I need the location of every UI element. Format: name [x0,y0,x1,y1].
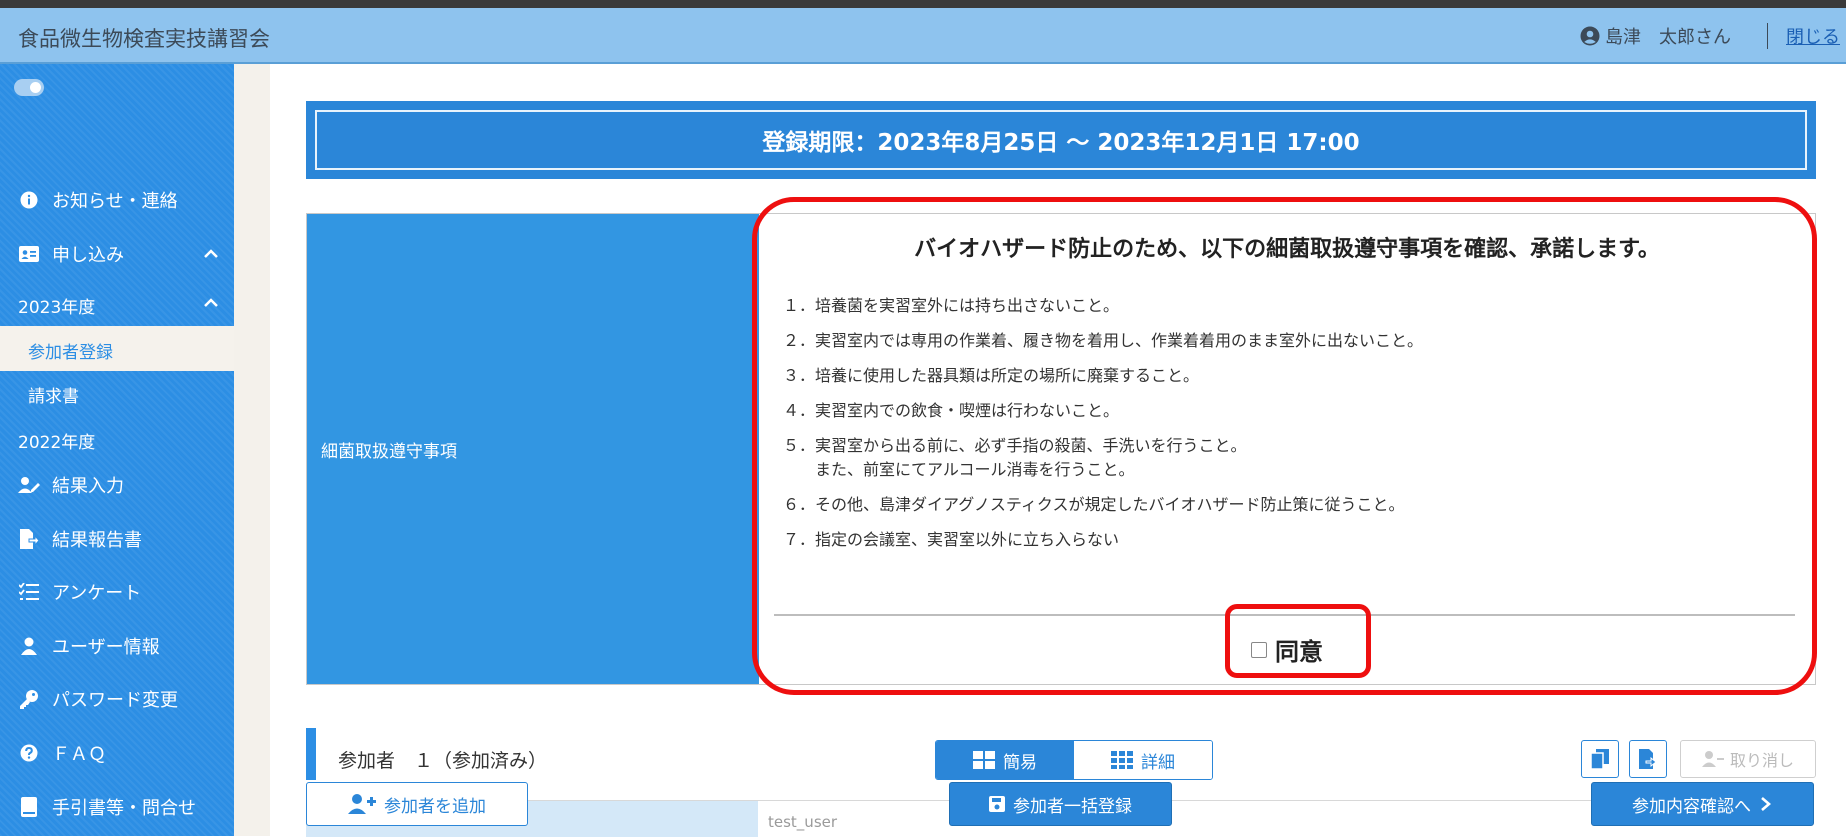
undo-label: 取り消し [1729,751,1794,770]
rules-heading: バイオハザード防止のため、以下の細菌取扱遵守事項を確認、承諾します。 [914,237,1660,262]
rules-label-cell: 細菌取扱遵守事項 [307,214,759,684]
participants-title: 参加者 １（参加済み） [338,750,548,772]
add-participant-button[interactable]: 参加者を追加 [306,782,528,826]
sidebar-item-label: ＦＡＱ [52,744,106,765]
grid-small-icon [1111,751,1133,769]
app-title: 食品微生物検査実技講習会 [18,27,270,51]
confirm-next-label: 参加内容確認へ [1632,796,1751,817]
rules-divider [774,614,1795,616]
rule-item: ３．培養に使用した器具類は所定の場所に廃棄すること。 [783,366,1200,385]
sidebar-item-label: 申し込み [52,245,124,266]
sidebar-item-password-change[interactable]: パスワード変更 [0,677,234,721]
app-header: 食品微生物検査実技講習会 島津 太郎さん 閉じる [0,8,1846,64]
rules-list: １．培養菌を実習室外には持ち出さないこと。 ２．実習室内では専用の作業着、履き物… [783,294,1423,552]
view-detail-button[interactable]: 詳細 [1074,741,1212,779]
sidebar-item-manual-contact[interactable]: 手引書等・問合せ [0,785,234,829]
sidebar-item-participant-registration[interactable]: 参加者登録 [0,326,234,371]
rule-item: ４．実習室内での飲食・喫煙は行わないこと。 [783,401,1120,420]
copy-icon [1591,749,1609,769]
confirm-next-button[interactable]: 参加内容確認へ [1591,782,1814,826]
file-export-icon [18,528,40,550]
rule-item: ５．実習室から出る前に、必ず手指の殺菌、手洗いを行うこと。 [783,436,1247,455]
section-accent-bar [306,728,316,780]
sidebar-item-label: 請求書 [28,387,79,407]
user-minus-icon [1701,751,1724,767]
sidebar-item-application[interactable]: 申し込み [0,234,234,274]
chevron-up-icon [204,298,218,307]
sidebar-year-2022[interactable]: 2022年度 [0,420,234,458]
sidebar-item-label: 2023年度 [18,298,96,318]
sidebar-item-label: 参加者登録 [28,343,113,363]
view-simple-button[interactable]: 簡易 [936,741,1074,779]
user-plus-icon [348,794,376,814]
export-button[interactable] [1629,740,1667,778]
sidebar-toggle[interactable] [14,79,44,96]
registration-period-banner: 登録期限：2023年8月25日 ～ 2023年12月1日 17:00 [306,101,1816,179]
user-circle-icon [1580,26,1600,46]
registration-period-text: 登録期限：2023年8月25日 ～ 2023年12月1日 17:00 [315,110,1807,170]
grid-large-icon [973,751,995,769]
bacteria-rules-table: 細菌取扱遵守事項 バイオハザード防止のため、以下の細菌取扱遵守事項を確認、承諾し… [306,213,1816,685]
sidebar-item-label: アンケート [52,583,142,604]
sidebar-item-user-info[interactable]: ユーザー情報 [0,624,234,668]
view-detail-label: 詳細 [1141,752,1175,773]
rule-item: ２．実習室内では専用の作業着、履き物を着用し、作業着着用のまま室外に出ないこと。 [783,331,1424,350]
header-separator [1767,23,1768,49]
participants-header: 参加者 １（参加済み） 簡易 詳細 取り消し [306,728,1816,788]
add-participant-label: 参加者を追加 [384,796,486,817]
participant-id-value: test_user [768,813,838,831]
sidebar-item-invoice[interactable]: 請求書 [0,374,234,412]
user-edit-icon [18,474,40,496]
sidebar-item-label: パスワード変更 [52,690,178,711]
sidebar-item-label: 2022年度 [18,433,96,453]
sidebar-item-label: 結果入力 [52,476,124,497]
user-area: 島津 太郎さん 閉じる [1580,22,1846,50]
close-link[interactable]: 閉じる [1786,23,1840,49]
view-mode-toggle: 簡易 詳細 [935,740,1213,780]
bulk-register-label: 参加者一括登録 [1013,796,1132,817]
sidebar-item-label: 手引書等・問合せ [52,798,196,819]
sidebar-item-label: ユーザー情報 [52,637,160,658]
file-export-icon [1639,749,1657,769]
bulk-register-button[interactable]: 参加者一括登録 [949,782,1172,826]
list-check-icon [18,581,40,603]
user-name: 島津 太郎さん [1605,27,1731,48]
copy-button[interactable] [1581,740,1619,778]
agree-checkbox[interactable] [1251,641,1267,658]
undo-button[interactable]: 取り消し [1680,740,1816,778]
rules-label: 細菌取扱遵守事項 [321,441,457,462]
sidebar-year-2023[interactable]: 2023年度 [0,284,234,322]
book-icon [18,796,40,818]
sidebar: お知らせ・連絡 申し込み 2023年度 参加者登録 請求書 2022年度 結果入… [0,64,234,836]
chevron-up-icon [204,249,218,258]
rule-item: ６．その他、島津ダイアグノスティクスが規定したバイオハザード防止策に従うこと。 [783,495,1405,514]
sidebar-item-notices[interactable]: お知らせ・連絡 [0,180,234,220]
rules-content-cell: バイオハザード防止のため、以下の細菌取扱遵守事項を確認、承諾します。 １．培養菌… [759,214,1815,684]
user-icon [18,635,40,657]
content-gutter [234,64,270,836]
agree-control[interactable]: 同意 [759,632,1815,667]
sidebar-item-label: 結果報告書 [52,530,142,551]
rule-item-continuation: また、前室にてアルコール消毒を行うこと。 [783,460,1135,479]
agree-label[interactable]: 同意 [1275,632,1323,667]
question-circle-icon [18,742,40,764]
sidebar-item-label: お知らせ・連絡 [52,191,178,212]
key-icon [18,688,40,710]
sidebar-item-survey[interactable]: アンケート [0,570,234,614]
id-card-icon [18,243,40,265]
sidebar-item-result-entry[interactable]: 結果入力 [0,463,234,507]
rule-item: １．培養菌を実習室外には持ち出さないこと。 [783,296,1120,315]
save-icon [989,796,1005,812]
view-simple-label: 簡易 [1003,752,1037,773]
rule-item: ７．指定の会議室、実習室以外に立ち入らない [783,530,1120,549]
chevron-right-icon [1761,797,1771,811]
sidebar-item-faq[interactable]: ＦＡＱ [0,731,234,775]
info-icon [18,189,40,211]
window-top-bar [0,0,1846,8]
sidebar-item-result-report[interactable]: 結果報告書 [0,517,234,561]
